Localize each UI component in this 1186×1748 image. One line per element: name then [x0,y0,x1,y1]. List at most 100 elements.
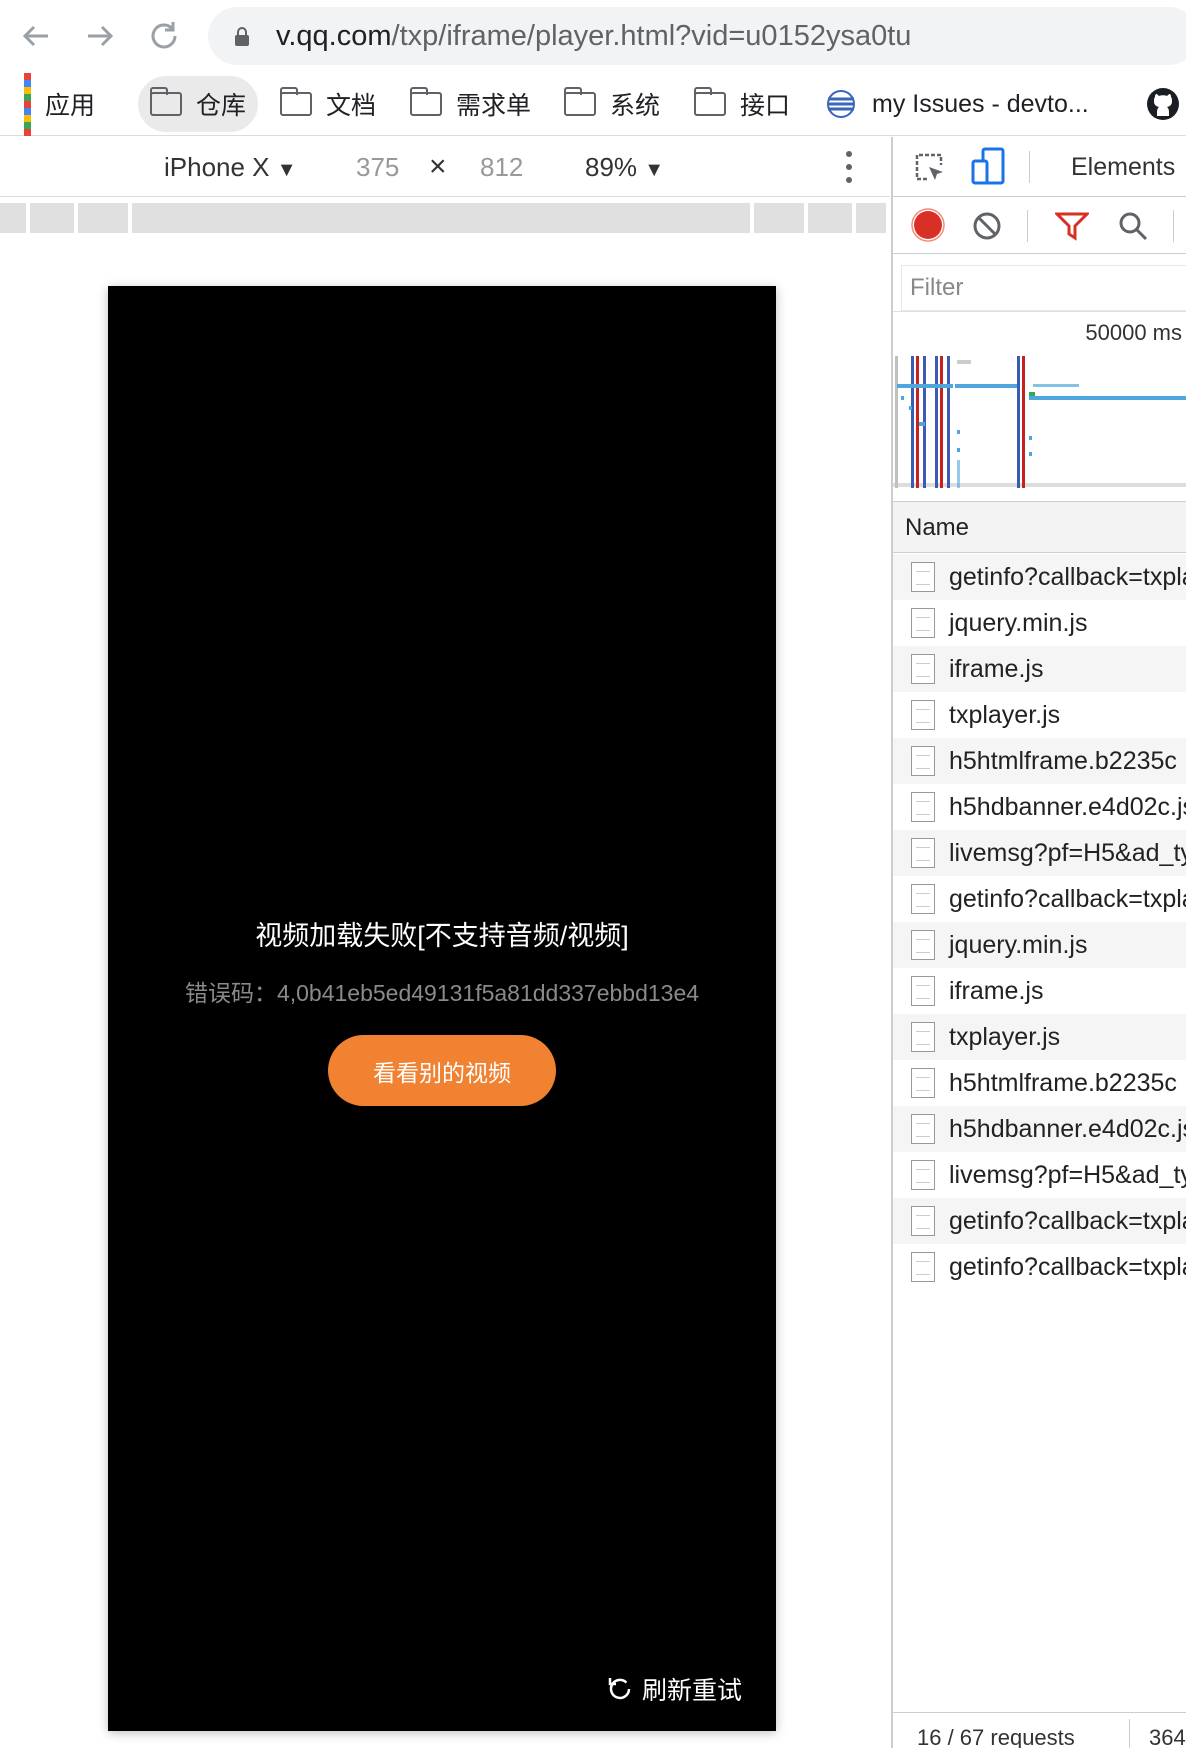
document-icon [911,1206,935,1236]
toolbar-divider [1173,210,1174,242]
arrow-left-icon [22,25,48,47]
request-row[interactable]: iframe.js [893,968,1186,1014]
tab-elements[interactable]: Elements [1071,137,1175,197]
bookmark-label: 文档 [326,92,377,120]
request-row[interactable]: txplayer.js [893,1014,1186,1060]
zoom-select[interactable]: 89% ▼ [585,137,664,200]
bookmark-my-issues[interactable]: my Issues - devto... [812,76,1101,132]
more-options-icon[interactable] [846,151,854,183]
document-icon [911,838,935,868]
bookmark-folder-requirements[interactable]: 需求单 [398,76,543,132]
width-input[interactable]: 375 [356,137,399,197]
search-icon[interactable] [1117,210,1149,242]
request-row[interactable]: livemsg?pf=H5&ad_type [893,1152,1186,1198]
watch-other-videos-button[interactable]: 看看别的视频 [328,1035,556,1106]
bookmark-label: 仓库 [196,92,247,120]
request-name: livemsg?pf=H5&ad_type [949,1160,1186,1189]
request-row[interactable]: iframe.js [893,646,1186,692]
browser-toolbar: v.qq.com/txp/iframe/player.html?vid=u015… [0,0,1186,72]
record-icon[interactable] [911,208,945,242]
ruler-segment[interactable] [754,203,804,233]
devops-icon [827,90,855,118]
request-row[interactable]: h5hdbanner.e4d02c.js [893,1106,1186,1152]
request-count: 16 / 67 requests [917,1725,1075,1748]
network-status-bar: 16 / 67 requests 364 [893,1712,1186,1748]
bookmark-label: 接口 [740,92,791,120]
ruler-segment[interactable] [0,203,26,233]
request-name: iframe.js [949,976,1044,1005]
request-row[interactable]: getinfo?callback=txplayerJsonpCallBack [893,876,1186,922]
request-row[interactable]: h5htmlframe.b2235c [893,738,1186,784]
bookmark-label: 需求单 [456,92,532,120]
document-icon [911,654,935,684]
document-icon [911,1114,935,1144]
request-name: iframe.js [949,654,1044,683]
request-row[interactable]: h5htmlframe.b2235c [893,1060,1186,1106]
reload-button[interactable] [146,18,182,54]
times-icon: × [429,150,447,183]
request-name: getinfo?callback=txplayerJsonpCallBack [949,1252,1186,1281]
request-name: jquery.min.js [949,930,1088,959]
bookmark-apps[interactable]: 应用 [12,72,107,136]
document-icon [911,746,935,776]
toolbar-divider [1027,210,1028,242]
url-text: v.qq.com/txp/iframe/player.html?vid=u015… [276,7,911,65]
lock-icon [235,27,249,46]
request-name: jquery.min.js [949,608,1088,637]
url-path: /txp/iframe/player.html?vid=u0152ysa0tu [391,20,912,52]
request-row[interactable]: getinfo?callback=txplayerJsonpCallBack [893,1244,1186,1290]
github-icon [1147,88,1179,120]
refresh-retry-button[interactable]: 刷新重试 [606,1671,742,1707]
ruler-segment[interactable] [808,203,852,233]
column-header-name[interactable]: Name [893,501,1186,553]
filter-input[interactable] [902,266,1186,310]
document-icon [911,608,935,638]
timeline-chart [895,356,1186,488]
ruler-segment[interactable] [30,203,74,233]
request-row[interactable]: getinfo?callback=txplayerJsonpCallBack [893,1198,1186,1244]
bookmark-folder-docs[interactable]: 文档 [268,76,388,132]
inspect-element-icon[interactable] [913,151,947,185]
bookmark-github[interactable]: 前 [1134,76,1186,132]
request-name: livemsg?pf=H5&ad_type [949,838,1186,867]
bookmarks-bar: 应用 仓库 文档 需求单 系统 接口 my Issues - devto... … [0,72,1186,136]
ruler-segment[interactable] [132,203,750,233]
forward-button[interactable] [82,18,118,54]
ruler-segment[interactable] [856,203,886,233]
network-overview[interactable]: 50000 ms [893,311,1186,488]
filter-icon[interactable] [1055,210,1089,242]
request-name: h5htmlframe.b2235c [949,1068,1177,1097]
refresh-icon [608,1678,631,1700]
request-row[interactable]: txplayer.js [893,692,1186,738]
filter-box [901,265,1186,311]
devtools-panel: Elements 50000 ms [891,137,1186,1748]
document-icon [911,792,935,822]
bookmark-folder-api[interactable]: 接口 [682,76,802,132]
status-divider [1129,1719,1130,1748]
overview-time-label: 50000 ms [1085,320,1182,345]
request-name: h5hdbanner.e4d02c.js [949,1114,1186,1143]
request-row[interactable]: h5hdbanner.e4d02c.js [893,784,1186,830]
devtools-tabbar: Elements [893,137,1186,197]
ruler-segment[interactable] [78,203,128,233]
reload-icon [151,22,177,49]
back-button[interactable] [18,18,54,54]
bookmark-folder-repo[interactable]: 仓库 [138,76,259,132]
document-icon [911,562,935,592]
zoom-value: 89% [585,152,638,182]
request-name: getinfo?callback=txplayerJsonpCallBack [949,1206,1186,1235]
request-name: getinfo?callback=txplayerJsonpCallBack [949,884,1186,913]
request-row[interactable]: livemsg?pf=H5&ad_type [893,830,1186,876]
device-toolbar-icon[interactable] [971,147,1007,187]
request-row[interactable]: jquery.min.js [893,922,1186,968]
address-bar[interactable]: v.qq.com/txp/iframe/player.html?vid=u015… [208,7,1186,65]
height-input[interactable]: 812 [480,137,523,197]
bookmark-folder-system[interactable]: 系统 [552,76,672,132]
request-row[interactable]: jquery.min.js [893,600,1186,646]
bookmark-label: 应用 [45,92,96,120]
device-select[interactable]: iPhone X ▼ [164,137,297,200]
clear-icon[interactable] [971,210,1003,242]
request-row[interactable]: getinfo?callback=txplayerJsonpCallBack [893,554,1186,600]
document-icon [911,1252,935,1282]
error-code: 错误码：4,0b41eb5ed49131f5a81dd337ebbd13e4 [184,980,700,1006]
